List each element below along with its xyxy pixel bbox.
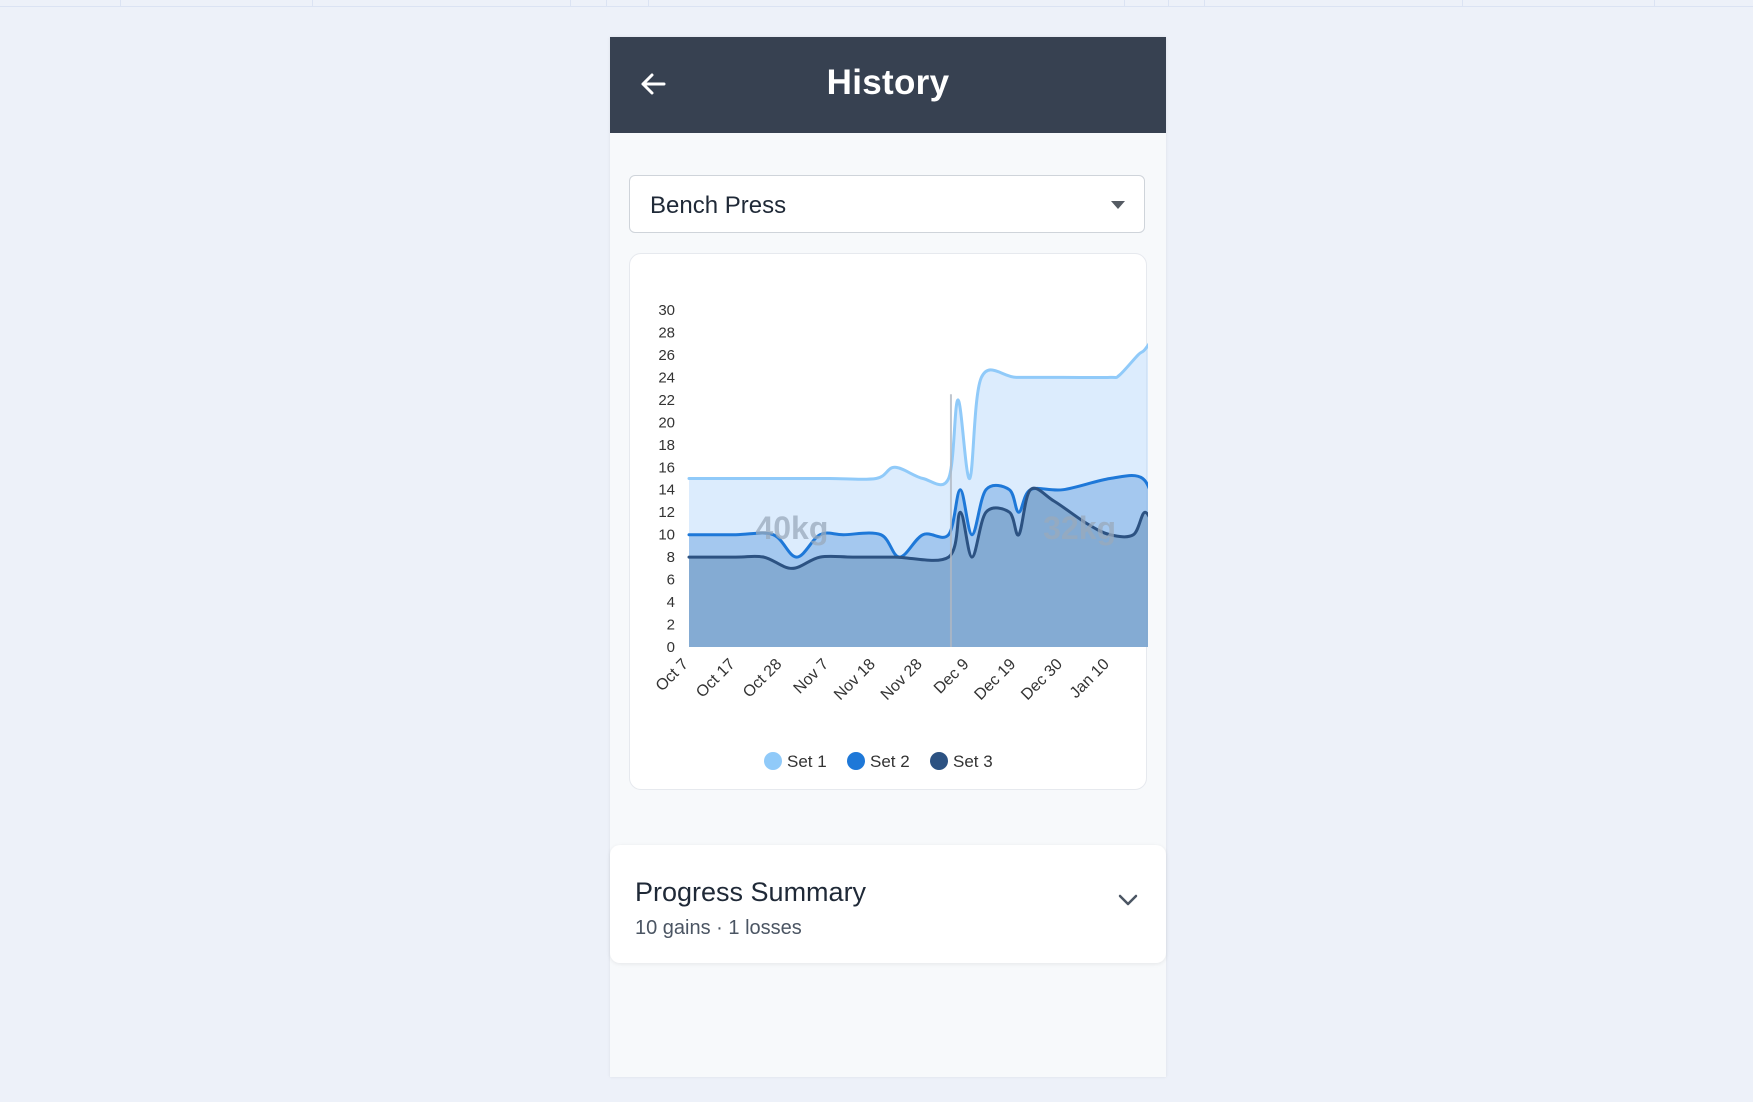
x-tick-label: Dec 9 xyxy=(931,656,973,698)
y-tick-label: 26 xyxy=(658,347,675,364)
history-chart-card: 0 2 4 6 8 10 12 14 16 18 20 22 24 26 28 30 Oct 7 Oct 17 Oc… xyxy=(629,253,1148,790)
exercise-select-value: Bench Press xyxy=(650,192,787,219)
caret-down-icon xyxy=(1111,201,1125,209)
legend-label: Set 3 xyxy=(953,752,993,771)
legend-item-2[interactable]: Set 2 xyxy=(847,752,910,771)
progress-summary-title: Progress Summary xyxy=(635,877,867,907)
x-tick-label: Oct 7 xyxy=(653,656,692,695)
x-tick-label: Dec 19 xyxy=(971,656,1019,704)
y-tick-label: 8 xyxy=(667,549,675,566)
legend-label: Set 1 xyxy=(787,752,827,771)
y-tick-label: 30 xyxy=(658,302,675,319)
x-tick-label: Nov 28 xyxy=(878,656,926,704)
legend-swatch xyxy=(847,752,865,770)
x-tick-label: Nov 18 xyxy=(831,656,879,704)
y-tick-label: 4 xyxy=(667,594,675,611)
chevron-down-icon xyxy=(1118,894,1138,906)
y-tick-label: 28 xyxy=(658,324,675,341)
exercise-select[interactable]: Bench Press xyxy=(629,175,1145,233)
legend-item-3[interactable]: Set 3 xyxy=(930,752,993,771)
chart-annotation: 32kg xyxy=(1043,510,1116,546)
y-tick-label: 24 xyxy=(658,369,675,386)
y-tick-label: 10 xyxy=(658,527,675,544)
x-tick-label: Jan 10 xyxy=(1067,656,1113,702)
x-tick-label: Oct 28 xyxy=(740,656,785,701)
page-title: History xyxy=(826,63,950,102)
x-tick-label: Nov 7 xyxy=(791,656,833,698)
x-tick-label: Dec 30 xyxy=(1018,656,1066,704)
y-tick-label: 2 xyxy=(667,617,675,634)
chart-annotation: 40kg xyxy=(755,510,828,546)
y-tick-label: 0 xyxy=(667,639,675,656)
legend-swatch xyxy=(930,752,948,770)
legend-item-1[interactable]: Set 1 xyxy=(764,752,827,771)
y-tick-label: 14 xyxy=(658,482,675,499)
legend-label: Set 2 xyxy=(870,752,910,771)
y-tick-label: 16 xyxy=(658,459,675,476)
app-screen: History Bench Press 0 2 4 6 8 10 12 14 16 18 20 22 2… xyxy=(610,37,1166,1077)
history-chart: 024681012141618202224262830Oct 7 Oct 17 Oc… xyxy=(653,302,1148,771)
legend-swatch xyxy=(764,752,782,770)
progress-summary-subtitle: 10 gains · 1 losses xyxy=(635,917,802,939)
y-tick-label: 20 xyxy=(658,414,675,431)
x-tick-label: Oct 17 xyxy=(693,656,738,701)
top-strip xyxy=(0,0,1753,7)
progress-summary-panel[interactable]: Progress Summary 10 gains · 1 losses xyxy=(610,845,1166,963)
y-tick-label: 6 xyxy=(667,572,675,589)
app-header: History xyxy=(610,37,1166,133)
y-tick-label: 18 xyxy=(658,437,675,454)
y-tick-label: 22 xyxy=(658,392,675,409)
y-tick-label: 12 xyxy=(658,504,675,521)
